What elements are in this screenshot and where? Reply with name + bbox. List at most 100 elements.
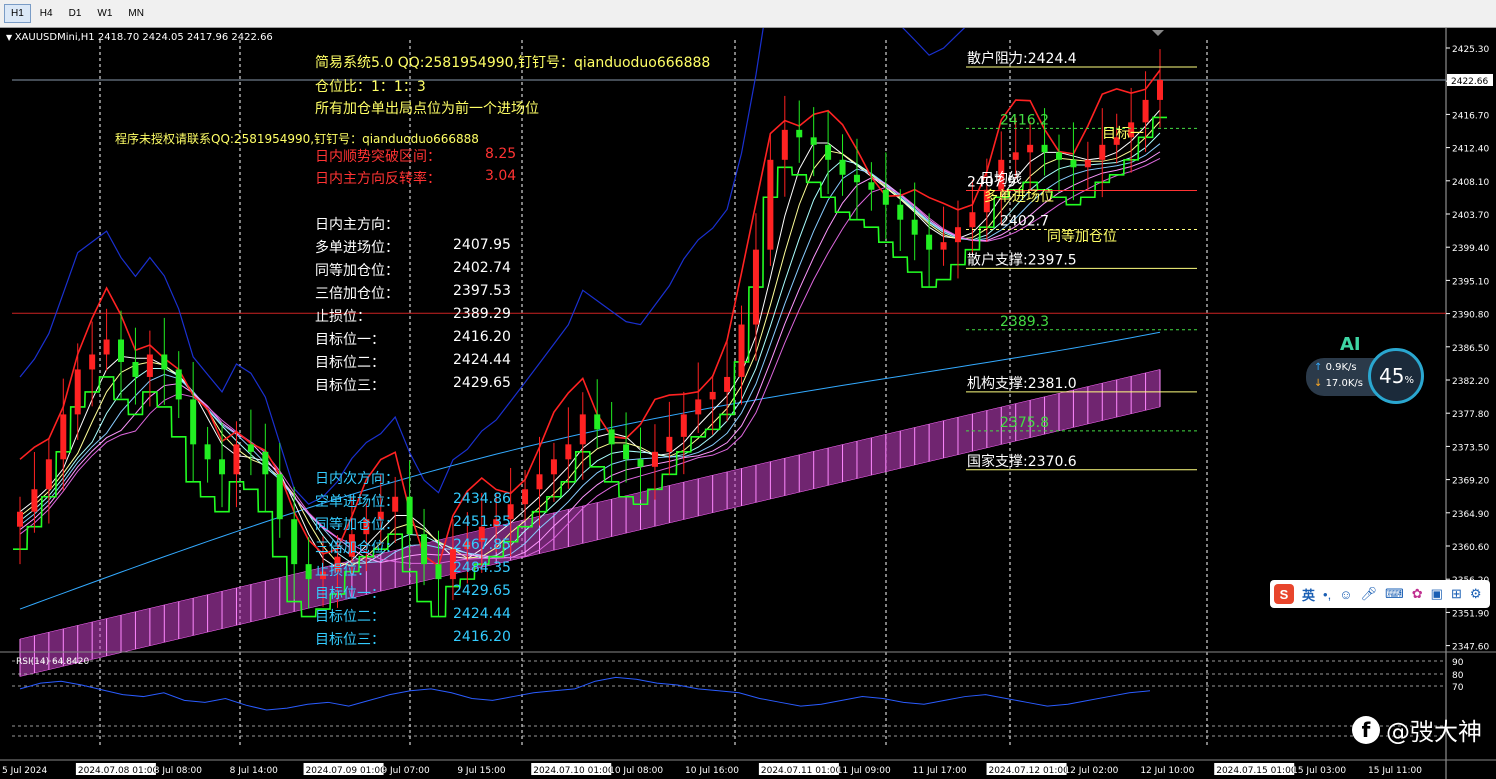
rsi-axis-label: 90 [1452, 658, 1464, 668]
timeframe-d1-button[interactable]: D1 [62, 4, 89, 23]
secondary-row-label: 空单进场位： [315, 494, 399, 510]
time-tick-label: 8 Jul 08:00 [154, 766, 203, 776]
ime-toolbar[interactable]: S 英 •, ☺ 🎤︎ ⌨ ✿ ▣ ⊞ ⚙ [1270, 580, 1490, 608]
time-tick-label: 5 Jul 2024 [2, 766, 47, 776]
candle-body [868, 182, 875, 190]
candle-body [17, 511, 23, 527]
candle-body [305, 564, 312, 580]
emoji-icon[interactable]: ☺ [1339, 587, 1352, 602]
candle-body [796, 129, 803, 138]
candle-body [695, 399, 702, 415]
main-row-label: 止损位： [315, 309, 371, 325]
timeframe-w1-button[interactable]: W1 [90, 4, 119, 23]
price-tick-label: 2403.70 [1452, 211, 1489, 221]
secondary-row-value: 2467.85 [453, 537, 511, 553]
candle-body [536, 474, 543, 490]
time-tick-label: 12 Jul 02:00 [1064, 766, 1118, 776]
candle-body [550, 459, 557, 475]
long-entry-annotation: 多单进场位 [984, 189, 1054, 205]
current-price-label: 2422.66 [1451, 77, 1488, 87]
time-tick-label: 11 Jul 09:00 [837, 766, 891, 776]
position-ratio: 仓位比：1：1：3 [315, 79, 426, 95]
candle-body [882, 189, 889, 205]
candle-body [60, 414, 67, 460]
candle-body [161, 354, 168, 370]
timeframe-mn-button[interactable]: MN [121, 4, 151, 23]
candle-body [74, 369, 81, 415]
candle-body [594, 414, 601, 430]
secondary-row-value: 2434.86 [453, 491, 511, 507]
candle-body [1157, 79, 1163, 100]
candle-body [262, 451, 269, 475]
candle-body [45, 459, 52, 490]
secondary-row-value: 2424.44 [453, 606, 511, 622]
ai-label: AI [1340, 334, 1361, 355]
candle-body [1027, 144, 1034, 153]
day-line-annotation: 日均线 [980, 171, 1022, 187]
dropdown-triangle-icon[interactable]: ▼ [6, 33, 15, 42]
network-speed-widget[interactable]: AI ↑ 0.9K/s ↓ 17.0K/s 45% [1306, 334, 1426, 408]
skin-icon[interactable]: ✿ [1412, 586, 1423, 602]
main-row-label: 目标位一： [315, 332, 385, 348]
candle-body [767, 159, 774, 250]
breakout-label: 日内顺势突破区间： [315, 149, 441, 165]
candle-body [810, 137, 817, 145]
watermark-text: @弢大神 [1386, 718, 1482, 746]
menu-grid-icon[interactable]: ⊞ [1451, 586, 1462, 602]
game-icon[interactable]: ▣ [1431, 586, 1443, 602]
time-tick-label: 10 Jul 08:00 [609, 766, 663, 776]
keyboard-icon[interactable]: ⌨ [1385, 586, 1404, 602]
main-row-value: 2424.44 [453, 352, 511, 368]
main-row-label: 三倍加仓位： [315, 286, 399, 302]
time-tick-label: 2024.07.08 01:00 [78, 766, 159, 776]
timeframe-h1-button[interactable]: H1 [4, 4, 31, 23]
candle-body [579, 414, 586, 445]
level-label: 2389.3 [1000, 314, 1049, 330]
candle-body [1041, 144, 1048, 153]
candle-body [190, 399, 197, 445]
punctuation-icon[interactable]: •, [1323, 587, 1331, 602]
candle-body [651, 451, 658, 467]
moving-average-line [19, 157, 1161, 564]
price-tick-label: 2382.20 [1452, 377, 1489, 387]
microphone-icon[interactable]: 🎤︎ [1360, 586, 1377, 602]
level-label: 2375.8 [1000, 415, 1049, 431]
shift-marker-icon [1152, 30, 1164, 36]
secondary-row-value: 2484.35 [453, 560, 511, 576]
candle-body [752, 249, 759, 325]
level-label: 2416.2 [1000, 112, 1049, 128]
breakout-value: 8.25 [485, 146, 517, 162]
symbol-header: ▼ XAUUSDMini,H1 2418.70 2424.05 2417.96 … [6, 32, 273, 43]
price-tick-label: 2373.50 [1452, 443, 1489, 453]
reversal-value: 3.04 [485, 168, 517, 184]
candle-body [1142, 99, 1149, 123]
secondary-row-label: 目标位三： [315, 632, 385, 648]
level-label: 2402.7 [1000, 213, 1049, 229]
price-tick-label: 2395.10 [1452, 277, 1489, 287]
secondary-row-label: 同等加仓位： [315, 517, 399, 533]
price-chart[interactable]: 2425.302421.002416.702412.402408.102403.… [0, 0, 1496, 779]
timeframe-h4-button[interactable]: H4 [33, 4, 60, 23]
candle-body [839, 159, 846, 175]
main-direction-title: 日内主方向： [315, 217, 399, 233]
time-tick-label: 12 Jul 10:00 [1140, 766, 1194, 776]
ime-language-toggle[interactable]: 英 [1302, 585, 1315, 604]
time-tick-label: 15 Jul 03:00 [1292, 766, 1346, 776]
facebook-logo-icon: f [1352, 715, 1380, 744]
sogou-logo-icon[interactable]: S [1274, 584, 1294, 604]
main-row-label: 同等加仓位： [315, 263, 399, 279]
rsi-axis-label: 70 [1452, 683, 1464, 693]
candle-body [954, 227, 961, 243]
settings-gear-icon[interactable]: ⚙ [1470, 586, 1482, 602]
candle-body [565, 444, 572, 460]
candle-body [969, 212, 976, 228]
main-row-value: 2429.65 [453, 375, 511, 391]
candle-body [103, 339, 110, 355]
candle-body [89, 354, 96, 370]
level-label: 散户支撑:2397.5 [967, 251, 1077, 268]
time-tick-label: 2024.07.11 01:00 [761, 766, 842, 776]
secondary-row-label: 目标位一： [315, 586, 385, 602]
candle-body [204, 444, 211, 460]
add-position-annotation: 同等加仓位 [1047, 229, 1117, 245]
secondary-row-label: 三倍加仓位： [315, 540, 399, 556]
